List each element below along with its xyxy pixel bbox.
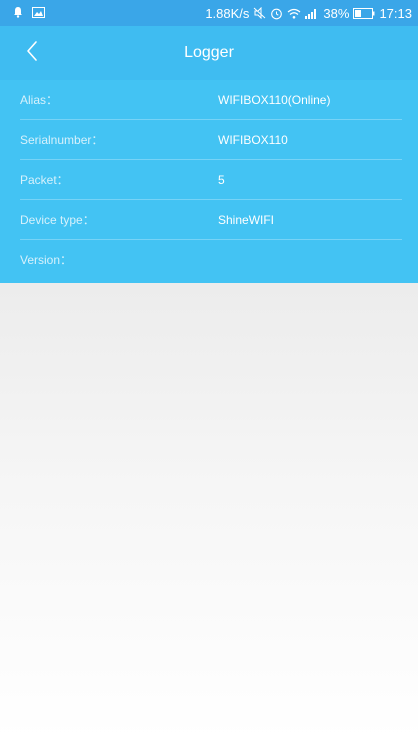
content-area xyxy=(0,283,418,740)
network-speed: 1.88K/s xyxy=(205,5,250,21)
logger-info-panel: Alias： WIFIBOX110(Online) Serialnumber： … xyxy=(0,80,418,283)
logger-screen: 1.88K/s 38% 17:13 Logger Alias： WIFIBOX1… xyxy=(0,0,418,740)
signal-icon xyxy=(305,8,319,19)
alias-label: Alias： xyxy=(20,93,59,107)
image-icon xyxy=(32,6,45,21)
battery-icon xyxy=(353,7,375,19)
version-label: Version： xyxy=(20,253,73,267)
mute-icon xyxy=(253,7,266,19)
packet-label: Packet： xyxy=(20,173,69,187)
wifi-icon xyxy=(287,8,301,19)
info-row-serialnumber: Serialnumber： WIFIBOX110 xyxy=(0,120,418,160)
page-title: Logger xyxy=(184,44,234,61)
device-type-label: Device type： xyxy=(20,213,95,227)
packet-value: 5 xyxy=(218,173,225,187)
chevron-left-icon xyxy=(25,40,39,67)
status-bar: 1.88K/s 38% 17:13 xyxy=(0,0,418,26)
alias-value: WIFIBOX110(Online) xyxy=(218,93,331,107)
info-row-version: Version： xyxy=(0,240,418,280)
notification-bell-icon xyxy=(12,6,24,21)
info-row-alias: Alias： WIFIBOX110(Online) xyxy=(0,80,418,120)
info-row-packet: Packet： 5 xyxy=(0,160,418,200)
serialnumber-label: Serialnumber： xyxy=(20,133,104,147)
serialnumber-value: WIFIBOX110 xyxy=(218,133,288,147)
title-bar: Logger xyxy=(0,26,418,80)
device-type-value: ShineWIFI xyxy=(218,213,275,227)
clock-time: 17:13 xyxy=(379,5,412,21)
back-button[interactable] xyxy=(16,37,48,69)
info-row-device-type: Device type： ShineWIFI xyxy=(0,200,418,240)
battery-percent: 38% xyxy=(323,5,350,21)
alarm-icon xyxy=(270,7,283,20)
